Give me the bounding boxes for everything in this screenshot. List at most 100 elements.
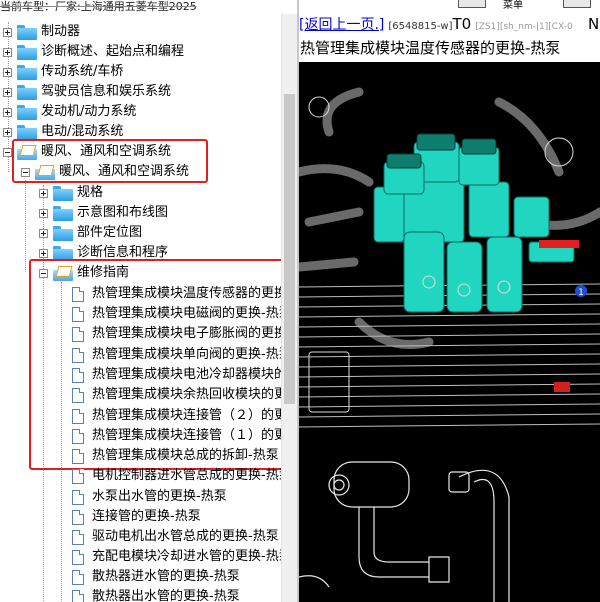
folder-icon xyxy=(17,64,37,80)
open-book-icon xyxy=(35,165,55,180)
doc-item-label: 热管理集成模块余热回收模块的更换-热泵 xyxy=(92,387,297,402)
expand-icon[interactable] xyxy=(39,248,48,258)
tree-item-drivetrain[interactable]: 传动系统/车桥 xyxy=(3,62,123,82)
folder-icon xyxy=(53,205,73,221)
tree-item-repair-guide[interactable]: 维修指南 xyxy=(39,263,129,283)
folder-icon xyxy=(17,44,37,60)
doc-item-label: 热管理集成模块连接管（２）的更换-热泵 xyxy=(92,408,297,423)
doc-item[interactable]: 热管理集成模块温度传感器的更换-热泵 xyxy=(72,284,297,304)
tree-item-label: 规格 xyxy=(77,185,104,200)
doc-item[interactable]: 热管理集成模块余热回收模块的更换-热泵 xyxy=(72,385,297,405)
document-icon xyxy=(72,448,84,464)
doc-item-label: 热管理集成模块电池冷却器模块的更换-热泵 xyxy=(92,367,297,382)
toolbar-button[interactable] xyxy=(458,0,486,8)
document-icon xyxy=(72,326,84,342)
doc-item[interactable]: 电机控制器进水管总成的更换-热泵 xyxy=(72,466,292,486)
collapse-icon[interactable] xyxy=(21,167,30,177)
doc-item-label: 电机控制器进水管总成的更换-热泵 xyxy=(92,468,292,483)
doc-item[interactable]: 热管理集成模块连接管（１）的更换-热泵 xyxy=(72,426,297,446)
open-book-icon xyxy=(53,266,73,281)
tree-item-label: 示意图和布线图 xyxy=(77,205,169,220)
doc-item-label: 热管理集成模块电子膨胀阀的更换-热泵 xyxy=(92,326,297,341)
expand-icon[interactable] xyxy=(39,188,48,198)
expand-icon[interactable] xyxy=(39,208,48,218)
tree-item-diagnostics-overview[interactable]: 诊断概述、起始点和编程 xyxy=(3,42,184,62)
tree-item-label: 发动机/动力系统 xyxy=(41,104,137,119)
tree-scrollbar[interactable] xyxy=(281,14,297,602)
tree-item-label: 部件定位图 xyxy=(77,225,143,240)
tree-item-hvac[interactable]: 暖风、通风和空调系统 xyxy=(3,142,171,162)
expand-icon[interactable] xyxy=(3,127,12,137)
document-icon xyxy=(72,408,84,424)
back-link[interactable]: [返回上一页.] xyxy=(299,17,384,33)
figure-callout-number: 1 xyxy=(578,288,584,298)
pipe-outline-illustration xyxy=(299,437,600,602)
doc-item-label: 热管理集成模块单向阀的更换-热泵 xyxy=(92,347,292,362)
doc-item[interactable]: 热管理集成模块单向阀的更换-热泵 xyxy=(72,345,292,365)
collapse-icon[interactable] xyxy=(39,268,48,278)
header-tail-text: N xyxy=(588,15,600,33)
expand-icon[interactable] xyxy=(3,107,12,117)
document-icon xyxy=(72,428,84,444)
document-icon xyxy=(72,347,84,363)
folder-icon xyxy=(53,185,73,201)
doc-item[interactable]: 热管理集成模块电池冷却器模块的更换-热泵 xyxy=(72,365,297,385)
tree-item-label: 暖风、通风和空调系统 xyxy=(59,164,190,179)
folder-icon xyxy=(17,24,37,40)
doc-item-label: 散热器出水管的更换-热泵 xyxy=(92,589,240,602)
document-content-pane: [返回上一页.] [6548815-w]T0 [ZS1][sh_nm-|1][CX-… xyxy=(299,0,600,602)
doc-item-label: 驱动电机出水管总成的更换-热泵 xyxy=(92,529,279,544)
scrollbar-thumb[interactable] xyxy=(284,94,295,404)
tree-item-label: 维修指南 xyxy=(77,265,130,280)
folder-icon xyxy=(53,225,73,241)
expand-icon[interactable] xyxy=(3,27,12,37)
tree-item-specs[interactable]: 规格 xyxy=(39,183,103,203)
document-icon xyxy=(72,489,84,505)
doc-item[interactable]: 散热器出水管的更换-热泵 xyxy=(72,587,240,602)
doc-item-label: 充配电模块冷却进水管的更换-热泵 xyxy=(92,549,292,564)
document-icon xyxy=(72,468,84,484)
vehicle-info-bar: 当前车型：厂家:上海通用五菱车型2025 xyxy=(0,0,197,13)
doc-item[interactable]: 热管理集成模块连接管（２）的更换-热泵 xyxy=(72,406,297,426)
doc-item[interactable]: 水泵出水管的更换-热泵 xyxy=(72,487,227,507)
doc-item[interactable]: 充配电模块冷却进水管的更换-热泵 xyxy=(72,547,292,567)
document-icon xyxy=(72,509,84,525)
tree-item-label: 驾驶员信息和娱乐系统 xyxy=(41,84,172,99)
doc-item-label: 热管理集成模块电磁阀的更换-热泵 xyxy=(92,306,292,321)
expand-icon[interactable] xyxy=(39,228,48,238)
document-code: [6548815-w] xyxy=(388,21,453,32)
doc-item-label: 水泵出水管的更换-热泵 xyxy=(92,489,227,504)
doc-item-label: 热管理集成模块温度传感器的更换-热泵 xyxy=(92,286,297,301)
doc-item[interactable]: 连接管的更换-热泵 xyxy=(72,507,201,527)
doc-item[interactable]: 热管理集成模块电磁阀的更换-热泵 xyxy=(72,304,292,324)
thermal-module-illustration: 1 xyxy=(299,62,600,437)
tree-item-label: 诊断概述、起始点和编程 xyxy=(41,44,185,59)
tree-guide-line xyxy=(25,180,26,272)
expand-icon[interactable] xyxy=(3,87,12,97)
doc-item[interactable]: 散热器进水管的更换-热泵 xyxy=(72,567,240,587)
tree-item-brakes[interactable]: 制动器 xyxy=(3,22,80,42)
expand-icon[interactable] xyxy=(3,67,12,77)
tree-item-component-locator[interactable]: 部件定位图 xyxy=(39,223,142,243)
doc-item[interactable]: 热管理集成模块总成的拆卸-热泵 xyxy=(72,446,279,466)
tree-item-engine[interactable]: 发动机/动力系统 xyxy=(3,102,136,122)
tree-item-hvac-child[interactable]: 暖风、通风和空调系统 xyxy=(21,162,189,182)
folder-icon xyxy=(17,104,37,120)
doc-item[interactable]: 驱动电机出水管总成的更换-热泵 xyxy=(72,527,279,547)
tree-item-label: 传动系统/车桥 xyxy=(41,64,124,79)
tree-item-label: 制动器 xyxy=(41,24,81,39)
document-icon xyxy=(72,569,84,585)
tree-item-driver-info[interactable]: 驾驶员信息和娱乐系统 xyxy=(3,82,171,102)
tree-item-label: 暖风、通风和空调系统 xyxy=(41,144,172,159)
document-tags: [ZS1][sh_nm-|1][CX-0 xyxy=(475,22,573,32)
expand-icon[interactable] xyxy=(3,47,12,57)
doc-item[interactable]: 热管理集成模块电子膨胀阀的更换-热泵 xyxy=(72,324,297,344)
tree-item-schematics[interactable]: 示意图和布线图 xyxy=(39,203,168,223)
toolbar-menu-label[interactable]: 菜单 xyxy=(503,0,523,11)
collapse-icon[interactable] xyxy=(3,147,12,157)
toolbar-button[interactable] xyxy=(563,0,591,8)
document-icon xyxy=(72,549,84,565)
document-icon xyxy=(72,367,84,383)
document-icon xyxy=(72,306,84,322)
document-icon xyxy=(72,286,84,302)
